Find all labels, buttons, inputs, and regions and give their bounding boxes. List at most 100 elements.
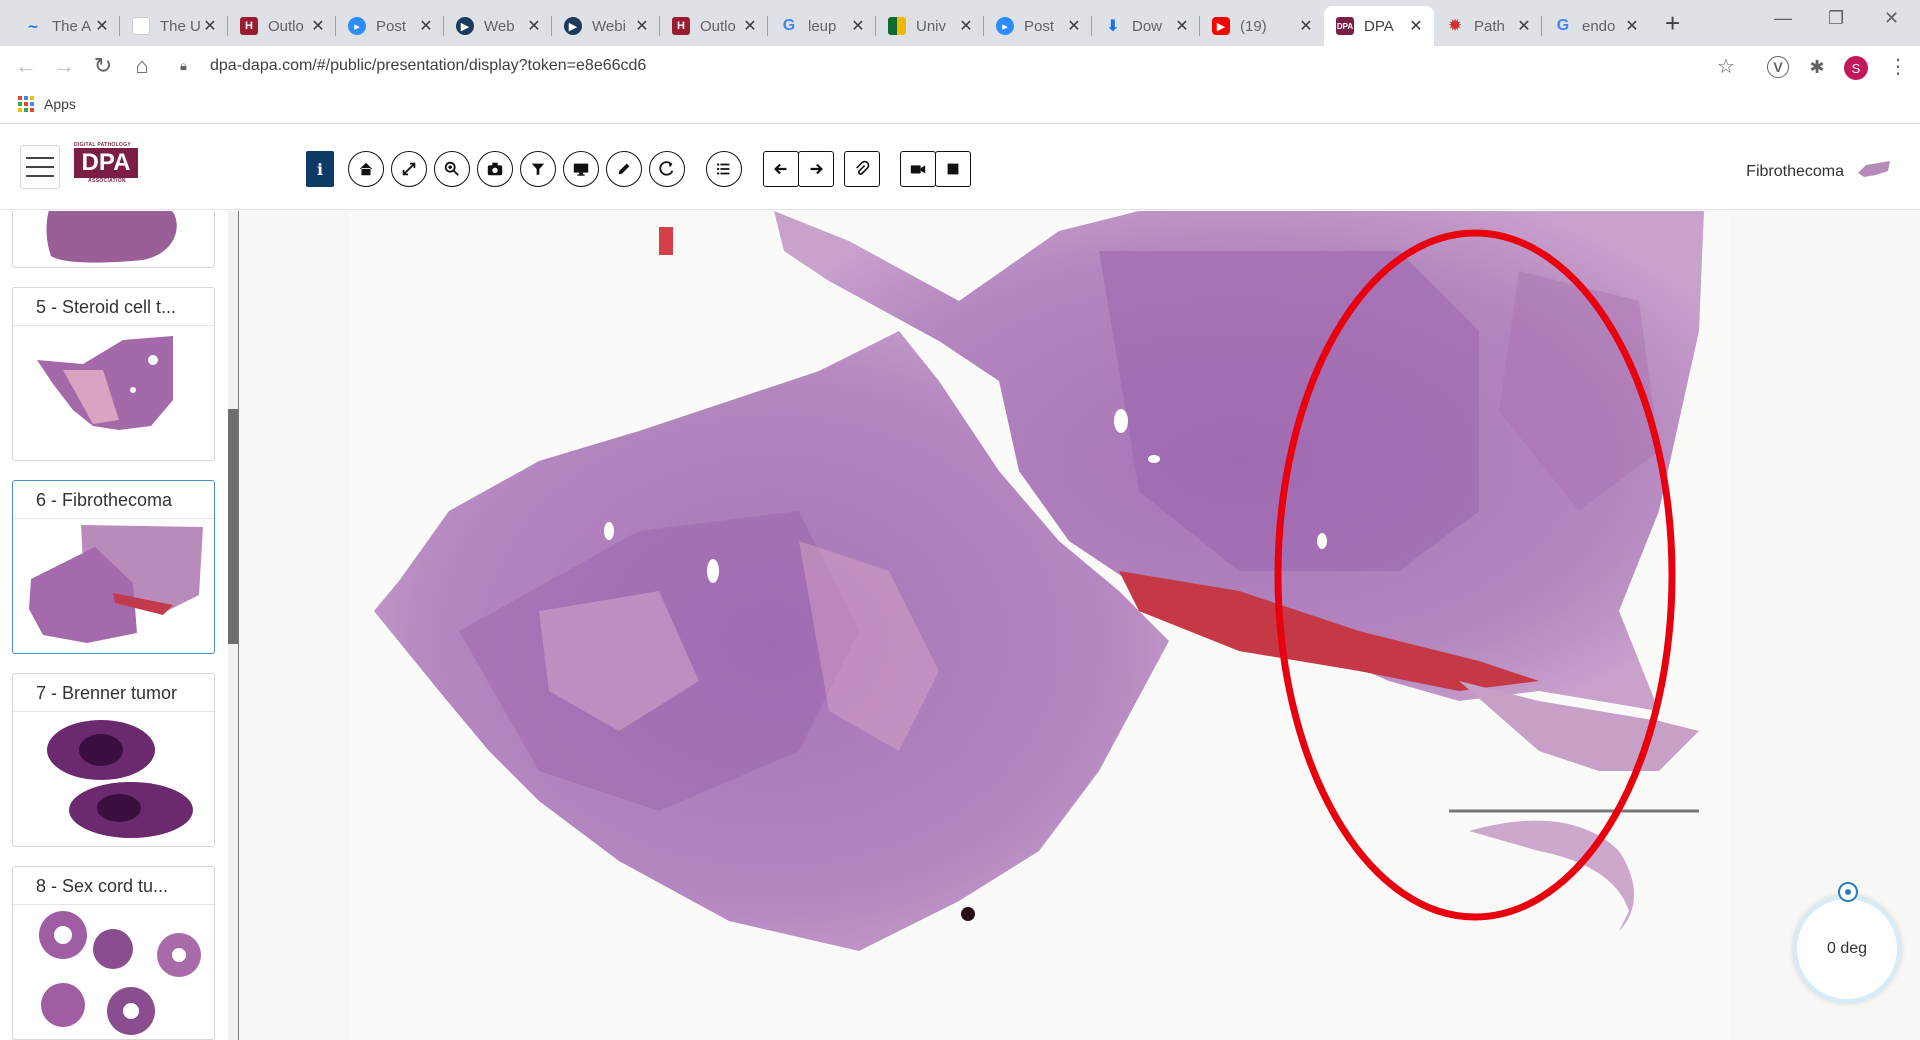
blank-page-icon (132, 17, 150, 35)
camera-icon[interactable] (477, 151, 513, 187)
home-browser-icon[interactable]: ⌂ (128, 52, 156, 80)
puzzle-extensions-icon[interactable]: ✱ (1806, 56, 1828, 78)
webex-icon: ▶ (456, 17, 474, 35)
pencil-icon[interactable] (606, 151, 642, 187)
more-menu-icon[interactable]: ⋮ (1888, 54, 1908, 79)
browser-tab[interactable]: ▶ Web ✕ (444, 6, 552, 46)
stop-icon[interactable] (935, 151, 971, 187)
browser-tab[interactable]: ▶ Webi ✕ (552, 6, 660, 46)
browser-tab[interactable]: H Outlo ✕ (228, 6, 336, 46)
app-header: DIGITAL PATHOLOGY DPA ASSOCIATION i Fibr… (0, 125, 1920, 210)
browser-tab[interactable]: H Outlo ✕ (660, 6, 768, 46)
close-icon[interactable]: ✕ (94, 16, 110, 36)
slide-list-sidebar: 5 - Steroid cell t... 6 - Fibrothecoma 7… (0, 211, 238, 1040)
loop-icon: ∼ (27, 17, 39, 34)
close-icon[interactable]: ✕ (1408, 16, 1424, 36)
apps-grid-icon (18, 96, 34, 112)
download-icon: ⬇ (1106, 18, 1120, 35)
close-icon[interactable]: ✕ (634, 16, 650, 36)
dpa-icon: DPA (1336, 17, 1354, 35)
close-icon[interactable]: ✕ (958, 16, 974, 36)
vivaldi-extension-icon[interactable]: V (1767, 56, 1789, 78)
close-icon[interactable]: ✕ (526, 16, 542, 36)
browser-tab[interactable]: ▸ Post ✕ (336, 6, 444, 46)
youtube-icon: ▶ (1212, 17, 1230, 35)
rotation-handle[interactable] (1838, 882, 1858, 902)
back-icon[interactable]: ← (12, 52, 40, 80)
list-icon[interactable] (706, 151, 742, 187)
reload-icon[interactable]: ↻ (89, 52, 117, 80)
close-icon[interactable]: ✕ (418, 16, 434, 36)
bookmark-star-icon[interactable]: ☆ (1717, 54, 1735, 79)
bookmarks-bar: Apps (0, 86, 1920, 124)
slide-card[interactable]: 7 - Brenner tumor (12, 673, 215, 847)
menu-hamburger-button[interactable] (20, 145, 60, 189)
slide-thumbnail (13, 905, 214, 1039)
forward-icon[interactable]: → (50, 52, 78, 80)
close-icon[interactable]: ✕ (1516, 16, 1532, 36)
close-icon[interactable]: ✕ (202, 16, 218, 36)
close-icon[interactable]: ✕ (850, 16, 866, 36)
browser-tab-active[interactable]: DPA DPA ✕ (1324, 6, 1434, 46)
home-icon[interactable] (348, 151, 384, 187)
close-icon[interactable]: ✕ (1174, 16, 1190, 36)
google-icon: G (1556, 17, 1570, 34)
minimize-icon[interactable]: — (1774, 8, 1792, 29)
arrow-right-icon (810, 163, 823, 175)
zoom-icon[interactable] (434, 151, 470, 187)
slide-thumbnail (13, 211, 214, 269)
close-icon[interactable]: ✕ (1298, 16, 1314, 36)
apps-shortcut[interactable]: Apps (18, 96, 76, 112)
rotate-icon[interactable] (649, 151, 685, 187)
info-button[interactable]: i (306, 151, 334, 187)
slide-thumbnail (13, 326, 214, 460)
close-icon[interactable]: ✕ (310, 16, 326, 36)
next-slide-button[interactable] (798, 151, 834, 187)
browser-tab[interactable]: G leup ✕ (768, 6, 876, 46)
browser-tab[interactable]: The U ✕ (120, 6, 228, 46)
close-icon[interactable]: ✕ (1624, 16, 1640, 36)
gear-red-icon: ✹ (1447, 16, 1463, 35)
new-tab-button[interactable]: + (1665, 10, 1680, 36)
address-bar[interactable]: 🔒︎ dpa-dapa.com/#/public/presentation/di… (170, 50, 1770, 82)
rotation-value: 0 deg (1826, 940, 1868, 957)
sidebar-scrollbar-thumb[interactable] (228, 409, 238, 644)
previous-slide-button[interactable] (763, 151, 799, 187)
webex-icon: ▶ (564, 17, 582, 35)
browser-tab[interactable]: ▶ (19) ✕ (1200, 6, 1324, 46)
browser-tab-strip: ∼ The A ✕ The U ✕ H Outlo ✕ ▸ Post ✕ ▶ W… (0, 0, 1920, 46)
slide-card-active[interactable]: 6 - Fibrothecoma (12, 480, 215, 654)
attachment-icon[interactable] (844, 151, 880, 187)
close-icon[interactable]: ✕ (742, 16, 758, 36)
slide-thumbnail-icon (1858, 161, 1890, 177)
browser-tab[interactable]: ▸ Post ✕ (984, 6, 1092, 46)
profile-avatar[interactable]: S (1844, 56, 1868, 80)
video-icon[interactable] (900, 151, 936, 187)
slide-card[interactable]: 8 - Sex cord tu... (12, 866, 215, 1040)
rotation-dial[interactable]: 0 deg (1793, 895, 1901, 1003)
whole-slide-image[interactable] (239, 211, 1920, 1040)
arrow-left-icon (774, 163, 787, 175)
browser-tab[interactable]: G endo ✕ (1542, 6, 1650, 46)
monitor-icon[interactable] (563, 151, 599, 187)
slide-card[interactable] (12, 211, 215, 268)
lock-icon: 🔒︎ (180, 58, 187, 73)
browser-tab[interactable]: ∼ The A ✕ (12, 6, 120, 46)
google-icon: G (782, 17, 796, 34)
filter-icon[interactable] (520, 151, 556, 187)
zoom-icon: ▸ (996, 17, 1014, 35)
slide-thumbnail (13, 712, 214, 846)
url-text[interactable]: dpa-dapa.com/#/public/presentation/displ… (210, 57, 646, 75)
slide-title: Fibrothecoma (1746, 163, 1844, 180)
restore-icon[interactable]: ❐ (1828, 8, 1844, 29)
slide-card[interactable]: 5 - Steroid cell t... (12, 287, 215, 461)
browser-toolbar: ← → ↻ ⌂ 🔒︎ dpa-dapa.com/#/public/present… (0, 46, 1920, 86)
browser-tab[interactable]: Univ ✕ (876, 6, 984, 46)
fullscreen-icon[interactable] (391, 151, 427, 187)
browser-tab[interactable]: ⬇ Dow ✕ (1092, 6, 1200, 46)
close-window-icon[interactable]: ✕ (1884, 8, 1899, 29)
dpa-logo: DIGITAL PATHOLOGY DPA ASSOCIATION (74, 142, 140, 194)
slide-viewer[interactable] (238, 211, 1920, 1040)
browser-tab[interactable]: ✹ Path ✕ (1434, 6, 1542, 46)
close-icon[interactable]: ✕ (1066, 16, 1082, 36)
